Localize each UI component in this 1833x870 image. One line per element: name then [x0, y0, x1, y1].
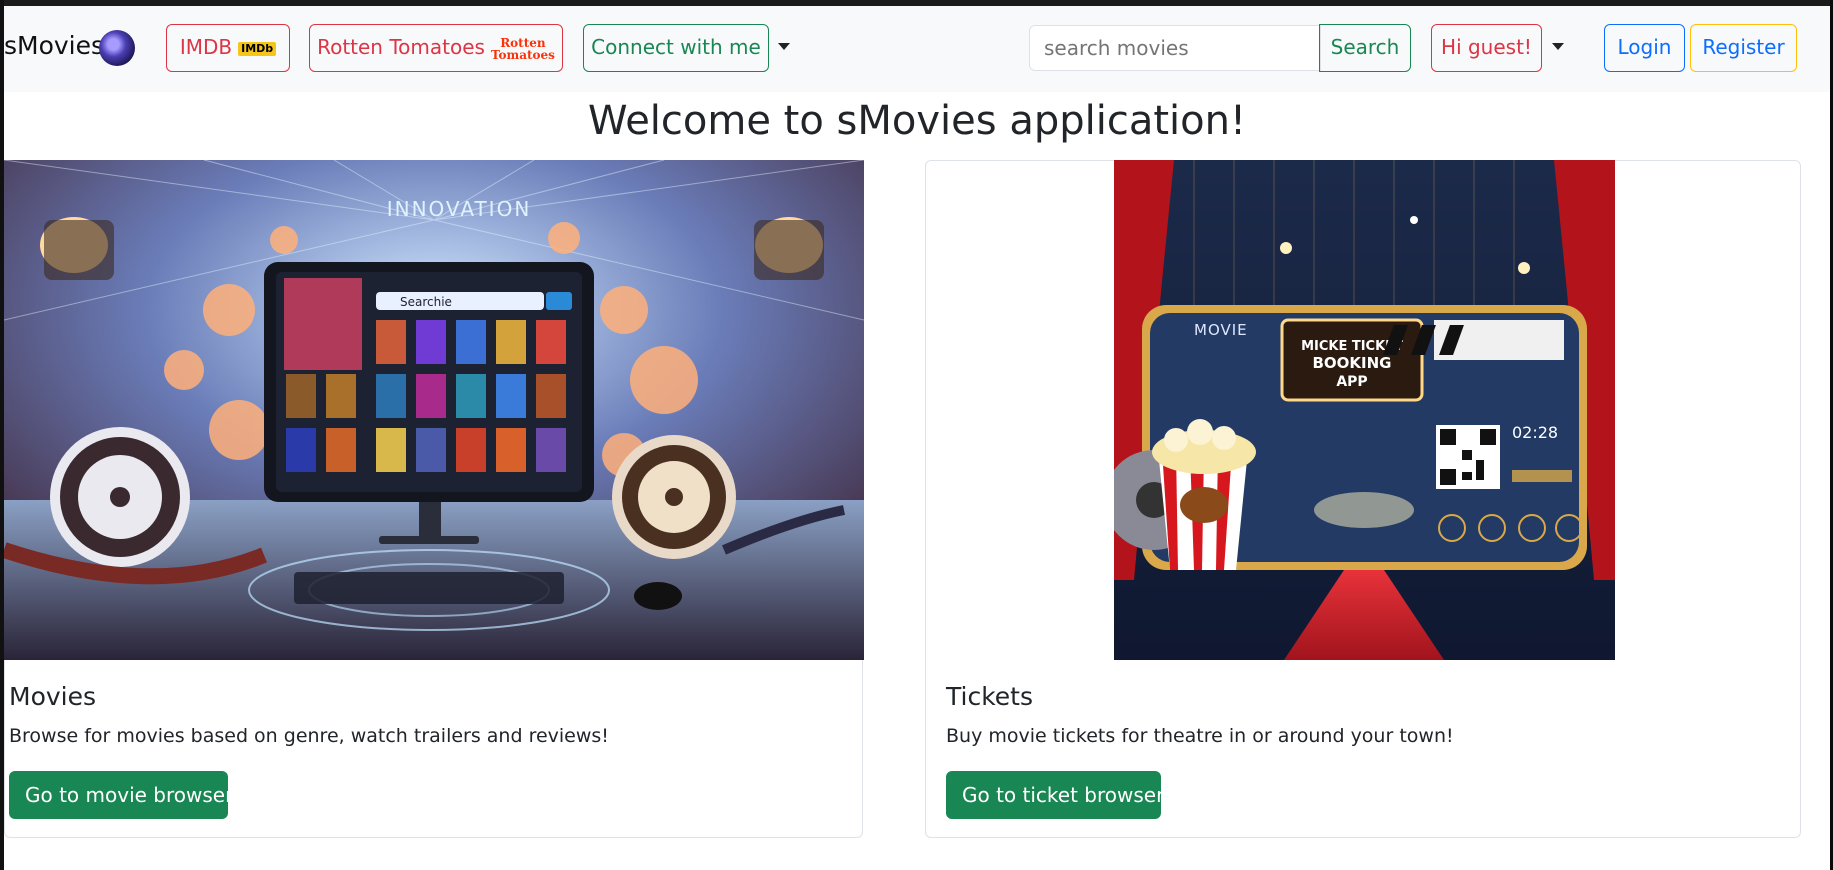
tickets-image-brand: MOVIE: [1194, 321, 1248, 339]
tickets-image-time: 02:28: [1512, 423, 1558, 442]
tickets-card-image: MOVIE MICKE TICKET BOOKING APP 02:28: [1114, 160, 1615, 660]
movies-card-text: Browse for movies based on genre, watch …: [9, 725, 609, 747]
movies-card-title: Movies: [9, 682, 97, 711]
rotten-tomatoes-button[interactable]: Rotten Tomatoes Rotten Tomatoes: [309, 24, 563, 72]
login-button[interactable]: Login: [1604, 24, 1685, 72]
register-button[interactable]: Register: [1690, 24, 1797, 72]
go-to-ticket-browser-button[interactable]: Go to ticket browser: [946, 771, 1164, 819]
rotten-tomatoes-button-label: Rotten Tomatoes: [317, 35, 485, 59]
connect-dropdown-caret-icon[interactable]: [778, 43, 790, 50]
user-dropdown-caret-icon[interactable]: [1552, 43, 1564, 50]
rt-logo-line2: Tomatoes: [490, 47, 555, 62]
tickets-image-sign-line3: APP: [1336, 374, 1367, 390]
imdb-logo-icon: IMDb: [238, 41, 277, 56]
go-to-movie-browser-button[interactable]: Go to movie browser: [9, 771, 233, 819]
rotten-tomatoes-logo-icon: Rotten Tomatoes: [491, 37, 555, 61]
page-title: Welcome to sMovies application!: [587, 98, 1246, 144]
search-input[interactable]: [1029, 25, 1321, 71]
imdb-button-label: IMDB: [179, 35, 233, 59]
movies-image-heading: INNOVATION: [387, 197, 532, 221]
tickets-card-title: Tickets: [946, 682, 1033, 711]
tickets-card-text: Buy movie tickets for theatre in or arou…: [946, 725, 1454, 747]
brand-name[interactable]: sMovies: [4, 31, 104, 60]
movies-image-search-text: Searchie: [400, 295, 452, 309]
greeting-button[interactable]: Hi guest!: [1431, 24, 1542, 72]
search-button[interactable]: Search: [1319, 24, 1411, 72]
imdb-button[interactable]: IMDB IMDb: [166, 24, 290, 72]
tickets-image-sign-line2: BOOKING: [1312, 354, 1391, 372]
brand-logo-icon[interactable]: [99, 30, 135, 66]
connect-button[interactable]: Connect with me: [583, 24, 769, 72]
movies-card-image: INNOVATION Searchie: [4, 160, 864, 660]
